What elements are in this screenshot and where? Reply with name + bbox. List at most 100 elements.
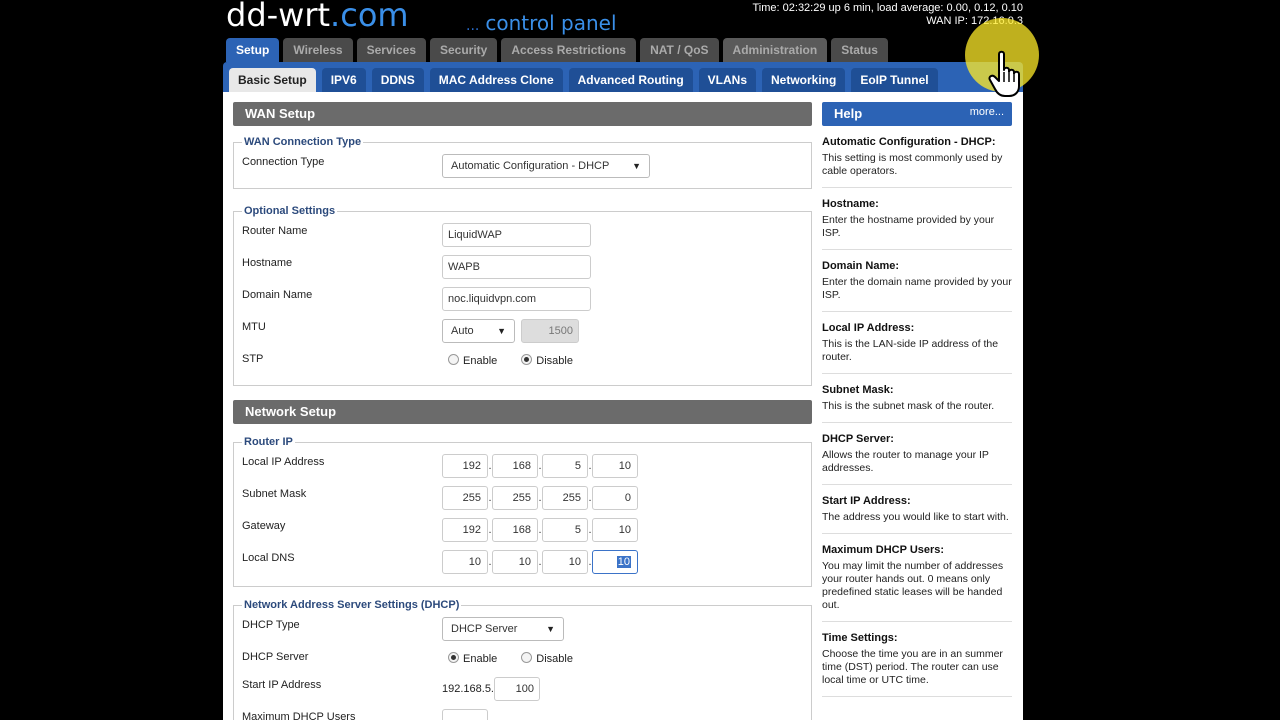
local-dns-label: Local DNS [242,552,295,564]
local-ip-octet-2[interactable]: 168 [492,454,538,478]
help-item: Subnet Mask: This is the subnet mask of t… [822,384,1012,423]
connection-type-label: Connection Type [242,156,325,168]
page: dd-wrt.com ... control panel Time: 02:32:… [223,0,1039,720]
local-ip-label: Local IP Address [242,456,325,468]
subnet-octet-4[interactable]: 0 [592,486,638,510]
help-item: Hostname: Enter the hostname provided by … [822,198,1012,250]
subtab-basic-setup[interactable]: Basic Setup [229,68,316,92]
tab-status[interactable]: Status [831,38,888,62]
gateway-octet-3[interactable]: 5 [542,518,588,542]
stp-label: STP [242,353,264,365]
tab-wireless[interactable]: Wireless [283,38,353,62]
content-area: WAN Setup WAN Connection Type Connection… [223,92,1023,720]
start-ip-prefix: 192.168.5. [442,683,494,695]
dhcp-type-select[interactable]: DHCP Server ▼ [442,617,564,641]
mtu-mode-select[interactable]: Auto ▼ [442,319,515,343]
gateway-octet-2[interactable]: 168 [492,518,538,542]
hostname-label: Hostname [242,257,293,269]
stp-enable-radio[interactable] [448,353,459,365]
gateway-input: 192. 168. 5. 10 [442,518,638,542]
subnet-mask-input: 255. 255. 255. 0 [442,486,638,510]
help-item: Maximum DHCP Users: You may limit the num… [822,544,1012,622]
wan-connection-legend: WAN Connection Type [244,136,362,148]
subnet-mask-label: Subnet Mask [242,488,307,500]
tab-access-restrictions[interactable]: Access Restrictions [501,38,637,62]
stp-enable-label: Enable [463,355,498,367]
local-ip-octet-1[interactable]: 192 [442,454,488,478]
subtab-advanced-routing[interactable]: Advanced Routing [568,68,693,92]
subtab-vlans[interactable]: VLANs [698,68,756,92]
max-dhcp-users-input[interactable] [442,709,488,720]
domain-name-input[interactable]: noc.liquidvpn.com [442,287,591,311]
help-item: Start IP Address: The address you would l… [822,495,1012,534]
router-name-input[interactable]: LiquidWAP [442,223,591,247]
chevron-down-icon: ▼ [632,161,641,171]
settings-column: WAN Setup WAN Connection Type Connection… [233,102,812,720]
subnet-octet-3[interactable]: 255 [542,486,588,510]
dhcp-disable-radio[interactable] [521,651,533,663]
local-ip-octet-4[interactable]: 10 [592,454,638,478]
gateway-octet-4[interactable]: 10 [592,518,638,542]
help-more-link[interactable]: more... [970,102,1004,122]
help-item: Time Settings: Choose the time you are in… [822,632,1012,697]
subtab-ddns[interactable]: DDNS [371,68,424,92]
dns-octet-4[interactable]: 10 [592,550,638,574]
uptime-text: Time: 02:32:29 up 6 min, load average: 0… [752,2,1024,14]
tab-administration[interactable]: Administration [722,38,828,62]
router-name-label: Router Name [242,225,308,237]
chevron-down-icon: ▼ [497,326,506,336]
domain-name-label: Domain Name [242,289,313,301]
dhcp-fieldset: Network Address Server Settings (DHCP) D… [233,599,812,720]
tab-security[interactable]: Security [430,38,498,62]
hostname-input[interactable]: WAPB [442,255,591,279]
max-dhcp-users-label: Maximum DHCP Users [242,711,356,720]
logo-subtitle: ... control panel [466,11,617,35]
wan-connection-fieldset: WAN Connection Type Connection Type Auto… [233,136,812,189]
help-item: Automatic Configuration - DHCP: This sett… [822,136,1012,188]
help-item: Domain Name: Enter the domain name provid… [822,260,1012,312]
local-ip-octet-3[interactable]: 5 [542,454,588,478]
tab-setup[interactable]: Setup [226,38,280,62]
local-dns-input: 10. 10. 10. 10 [442,550,638,574]
logo-text: dd-wrt.com [226,0,409,34]
start-ip-label: Start IP Address [242,679,322,691]
optional-settings-fieldset: Optional Settings Router Name LiquidWAP … [233,205,812,386]
subtab-eoip-tunnel[interactable]: EoIP Tunnel [851,68,938,92]
tab-nat-qos[interactable]: NAT / QoS [640,38,719,62]
hand-cursor-icon [988,50,1020,97]
dhcp-legend: Network Address Server Settings (DHCP) [244,599,460,611]
dhcp-enable-label: Enable [463,653,498,665]
tab-services[interactable]: Services [356,38,426,62]
start-ip-input[interactable]: 100 [494,677,540,701]
subtab-ipv6[interactable]: IPV6 [321,68,366,92]
main-tabs: Setup Wireless Services Security Access … [226,38,888,62]
stp-disable-label: Disable [536,355,573,367]
gateway-octet-1[interactable]: 192 [442,518,488,542]
subtab-mac-address-clone[interactable]: MAC Address Clone [429,68,563,92]
stp-disable-radio[interactable] [521,353,533,365]
help-header: Help more... [822,102,1012,126]
dns-octet-2[interactable]: 10 [492,550,538,574]
dhcp-disable-label: Disable [536,653,573,665]
local-ip-input: 192. 168. 5. 10 [442,454,638,478]
network-setup-header: Network Setup [233,400,812,424]
subnet-octet-1[interactable]: 255 [442,486,488,510]
connection-type-select[interactable]: Automatic Configuration - DHCP ▼ [442,154,650,178]
mtu-label: MTU [242,321,266,333]
router-ip-fieldset: Router IP Local IP Address 192. 168. 5. … [233,436,812,587]
dhcp-enable-radio[interactable] [448,651,459,663]
dns-octet-1[interactable]: 10 [442,550,488,574]
sub-tabs: Basic Setup IPV6 DDNS MAC Address Clone … [223,62,1023,92]
wan-setup-header: WAN Setup [233,102,812,126]
help-item: Local IP Address: This is the LAN-side IP… [822,322,1012,374]
subtab-networking[interactable]: Networking [762,68,846,92]
dhcp-type-label: DHCP Type [242,619,300,631]
help-title: Help [834,106,863,121]
optional-settings-legend: Optional Settings [244,205,336,217]
gateway-label: Gateway [242,520,286,532]
dns-octet-3[interactable]: 10 [542,550,588,574]
mtu-value-input: 1500 [521,319,579,343]
subnet-octet-2[interactable]: 255 [492,486,538,510]
router-ip-legend: Router IP [244,436,293,448]
help-item: DHCP Server: Allows the router to manage … [822,433,1012,485]
